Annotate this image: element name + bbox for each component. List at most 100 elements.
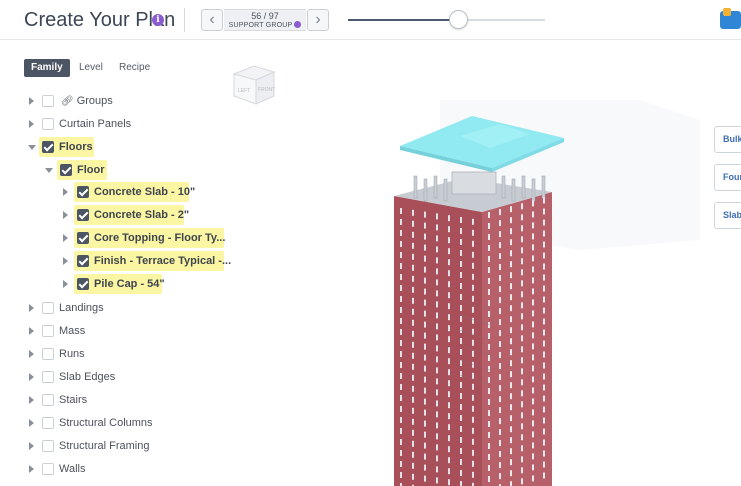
window <box>400 219 402 225</box>
side-button-foundation[interactable]: Foun <box>714 164 741 191</box>
side-button-slab[interactable]: Slab <box>714 202 741 229</box>
window <box>436 477 438 484</box>
expand-icon[interactable] <box>63 234 68 242</box>
checkbox[interactable] <box>42 440 54 452</box>
checkbox[interactable] <box>42 95 54 107</box>
checkbox[interactable] <box>42 348 54 360</box>
window <box>400 373 402 379</box>
window <box>460 272 462 278</box>
tree-item-walls[interactable]: Walls <box>0 459 230 479</box>
checkbox[interactable] <box>42 118 54 130</box>
tree-item-core-topping[interactable]: Core Topping - Floor Ty... <box>0 228 230 248</box>
window <box>412 220 414 227</box>
progress-slider-track[interactable] <box>348 19 545 21</box>
window <box>436 455 438 462</box>
window <box>543 252 545 259</box>
window <box>543 296 545 303</box>
expand-icon[interactable] <box>29 120 34 128</box>
collapse-icon[interactable] <box>28 145 36 150</box>
previous-button[interactable]: ‹ <box>201 9 223 31</box>
window <box>400 395 402 401</box>
checkbox-checked[interactable] <box>77 186 89 198</box>
expand-icon[interactable] <box>29 442 34 450</box>
roof-column <box>443 178 448 202</box>
tree-item-concrete-slab-2[interactable]: Concrete Slab - 2" <box>0 205 230 225</box>
window <box>448 325 450 332</box>
window <box>532 321 534 328</box>
tree-item-slab-edges[interactable]: Slab Edges <box>0 367 230 387</box>
checkbox[interactable] <box>42 463 54 475</box>
next-button[interactable]: › <box>307 9 329 31</box>
window <box>521 357 523 364</box>
checkbox[interactable] <box>42 371 54 383</box>
tree-item-stairs[interactable]: Stairs <box>0 390 230 410</box>
tree-item-label: Walls <box>59 463 86 475</box>
tree-item-curtain-panels[interactable]: Curtain Panels <box>0 114 230 134</box>
checkbox[interactable] <box>42 325 54 337</box>
tab-family[interactable]: Family <box>24 59 70 77</box>
window <box>436 235 438 242</box>
counter-info-icon[interactable] <box>294 21 302 28</box>
checkbox-checked[interactable] <box>77 255 89 267</box>
tree-item-structural-framing[interactable]: Structural Framing <box>0 436 230 456</box>
expand-icon[interactable] <box>29 304 34 312</box>
app-switcher-icon[interactable] <box>720 8 741 29</box>
expand-icon[interactable] <box>29 419 34 427</box>
progress-slider-thumb[interactable] <box>449 10 469 29</box>
window <box>436 422 438 429</box>
tree-item-mass[interactable]: Mass <box>0 321 230 341</box>
window <box>543 439 545 446</box>
tree-item-concrete-slab-10[interactable]: Concrete Slab - 10" <box>0 182 230 202</box>
expand-icon[interactable] <box>63 188 68 196</box>
expand-icon[interactable] <box>29 350 34 358</box>
checkbox-checked[interactable] <box>42 141 54 153</box>
expand-icon[interactable] <box>63 280 68 288</box>
expand-icon[interactable] <box>63 257 68 265</box>
tree-item-floor[interactable]: Floor <box>0 160 230 180</box>
tree-item-structural-columns[interactable]: Structural Columns <box>0 413 230 433</box>
window <box>543 208 545 215</box>
window <box>488 344 490 350</box>
window <box>472 449 474 456</box>
checkbox-checked[interactable] <box>60 164 72 176</box>
checkbox-checked[interactable] <box>77 278 89 290</box>
tree-item-finish-terrace[interactable]: Finish - Terrace Typical -... <box>0 251 231 271</box>
window <box>521 456 523 463</box>
tree-item-label: Floors <box>59 141 93 153</box>
checkbox-checked[interactable] <box>77 209 89 221</box>
window <box>488 289 490 295</box>
tree-item-groups[interactable]: 🔗︎ Groups <box>0 91 230 111</box>
window <box>400 461 402 467</box>
expand-icon[interactable] <box>29 373 34 381</box>
expand-icon[interactable] <box>29 465 34 473</box>
window <box>488 223 490 229</box>
tree-item-runs[interactable]: Runs <box>0 344 230 364</box>
window <box>510 459 512 466</box>
view-cube-icon[interactable]: LEFT FRONT <box>230 62 278 108</box>
window <box>521 434 523 441</box>
building-3d-view[interactable] <box>380 100 700 486</box>
tab-recipe[interactable]: Recipe <box>112 59 157 77</box>
side-button-bulk[interactable]: Bulk <box>714 126 741 153</box>
window <box>532 233 534 240</box>
expand-icon[interactable] <box>29 97 34 105</box>
checkbox[interactable] <box>42 302 54 314</box>
expand-icon[interactable] <box>63 211 68 219</box>
tree-item-landings[interactable]: Landings <box>0 298 230 318</box>
window <box>400 362 402 368</box>
info-icon[interactable]: i <box>152 14 164 26</box>
window <box>488 234 490 240</box>
tree-item-pile-cap[interactable]: Pile Cap - 54" <box>0 274 230 294</box>
collapse-icon[interactable] <box>45 168 53 173</box>
checkbox-checked[interactable] <box>77 232 89 244</box>
checkbox[interactable] <box>42 394 54 406</box>
window <box>448 358 450 365</box>
window <box>472 394 474 401</box>
expand-icon[interactable] <box>29 396 34 404</box>
expand-icon[interactable] <box>29 327 34 335</box>
checkbox[interactable] <box>42 417 54 429</box>
window <box>412 231 414 238</box>
tab-level[interactable]: Level <box>72 59 110 77</box>
tree-item-floors[interactable]: Floors <box>0 137 230 157</box>
window <box>460 261 462 267</box>
